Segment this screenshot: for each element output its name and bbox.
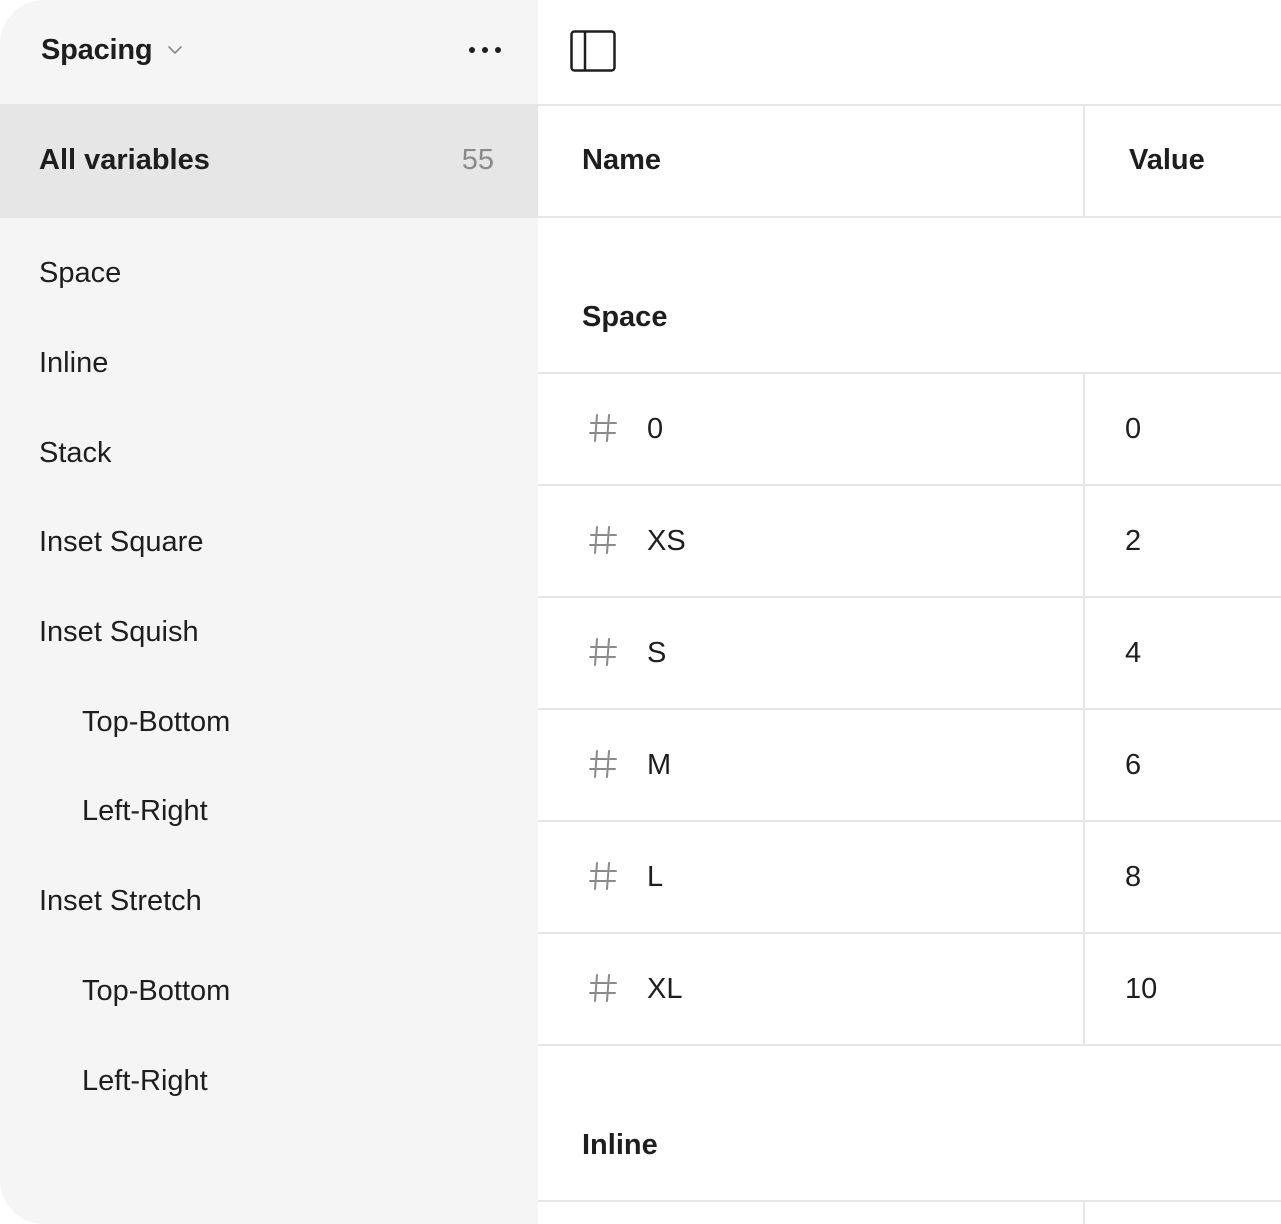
sidebar-group-item[interactable]: Top-Bottom [0, 677, 538, 767]
sidebar-group-item[interactable]: Left-Right [0, 767, 538, 857]
column-divider [1083, 934, 1085, 1044]
variables-window: Spacing All variables 55 Space Inline Stac… [0, 0, 1281, 1224]
sidebar-header: Spacing [0, 0, 538, 104]
group-section-header: Inline [538, 1046, 1281, 1202]
more-options-button[interactable] [455, 30, 515, 70]
number-variable-icon [589, 638, 617, 666]
sidebar-group-label: Left-Right [82, 795, 208, 828]
column-divider [1083, 598, 1085, 708]
column-divider [1083, 374, 1085, 484]
variable-row[interactable]: XL 10 [538, 934, 1281, 1046]
sidebar-group-label: Left-Right [82, 1064, 208, 1097]
sidebar-group-item[interactable]: Inset Stretch [0, 857, 538, 947]
variable-name[interactable]: M [647, 749, 671, 782]
sidebar-group-item[interactable]: Space [0, 229, 538, 319]
chevron-down-icon [168, 46, 183, 54]
number-variable-icon [589, 974, 617, 1002]
column-divider [1083, 1202, 1085, 1224]
variable-value[interactable]: 4 [1125, 637, 1141, 670]
group-section-header: Space [538, 218, 1281, 374]
column-divider[interactable] [1083, 106, 1085, 216]
variable-name[interactable]: L [647, 861, 663, 894]
variable-row[interactable]: XS 2 [538, 486, 1281, 598]
variable-value[interactable]: 10 [1125, 973, 1157, 1006]
column-divider [1083, 822, 1085, 932]
number-variable-icon [589, 862, 617, 890]
sidebar-group-item[interactable]: Stack [0, 408, 538, 498]
number-variable-icon [589, 526, 617, 554]
all-variables-item[interactable]: All variables 55 [0, 104, 538, 218]
sidebar-group-label: Inset Square [39, 526, 204, 559]
sidebar-group-item[interactable]: Inset Squish [0, 588, 538, 678]
variable-row[interactable]: L8 [538, 822, 1281, 934]
group-section-title: Space [582, 301, 668, 333]
table-header: Name Value [538, 106, 1281, 218]
sidebar-group-label: Space [39, 257, 122, 290]
variable-row[interactable]: 00 [538, 374, 1281, 486]
number-variable-icon [589, 414, 617, 442]
more-dot [482, 47, 488, 53]
sidebar-group-label: Top-Bottom [82, 705, 231, 738]
sidebar-group-label: Top-Bottom [82, 974, 231, 1007]
sidebar: Spacing All variables 55 Space Inline Stac… [0, 0, 538, 1224]
collection-dropdown[interactable]: Spacing [41, 30, 184, 70]
variable-value[interactable]: 8 [1125, 861, 1141, 894]
group-list: Space Inline Stack Inset Square Inset Squish… [0, 229, 538, 1126]
variables-table-panel: Name Value Space 0 0 XS 2 S 4 M 6 L 8 XL 10 Inline [538, 0, 1281, 1224]
all-variables-count: 55 [461, 144, 494, 176]
group-section-title: Inline [582, 1129, 658, 1161]
variable-value[interactable]: 0 [1125, 413, 1141, 446]
collection-name: Spacing [41, 33, 153, 66]
sidebar-group-item[interactable]: Top-Bottom [0, 947, 538, 1037]
column-divider [1083, 710, 1085, 820]
sidebar-group-label: Inset Stretch [39, 885, 202, 918]
variable-name[interactable]: S [647, 637, 666, 670]
variable-name[interactable]: XS [647, 525, 686, 558]
more-horizontal-icon [469, 47, 475, 53]
sidebar-group-label: Inset Squish [39, 616, 199, 649]
sidebar-group-item[interactable]: Inset Square [0, 498, 538, 588]
variable-row[interactable]: M6 [538, 710, 1281, 822]
variable-row[interactable]: S4 [538, 598, 1281, 710]
sidebar-group-item[interactable]: Inline [0, 319, 538, 409]
sidebar-panel-icon[interactable] [570, 30, 616, 72]
more-dot [495, 47, 501, 53]
column-header-value[interactable]: Value [1129, 144, 1205, 177]
column-divider [1083, 486, 1085, 596]
variable-name[interactable]: 0 [647, 413, 663, 446]
number-variable-icon [589, 750, 617, 778]
column-header-name[interactable]: Name [582, 144, 661, 177]
sidebar-group-label: Stack [39, 436, 112, 469]
variable-value[interactable]: 6 [1125, 749, 1141, 782]
toolbar [538, 0, 1281, 106]
sidebar-group-item[interactable]: Left-Right [0, 1036, 538, 1126]
variable-value[interactable]: 2 [1125, 525, 1141, 558]
sidebar-group-label: Inline [39, 347, 109, 380]
all-variables-label: All variables [39, 144, 210, 176]
variable-name[interactable]: XL [647, 973, 682, 1006]
